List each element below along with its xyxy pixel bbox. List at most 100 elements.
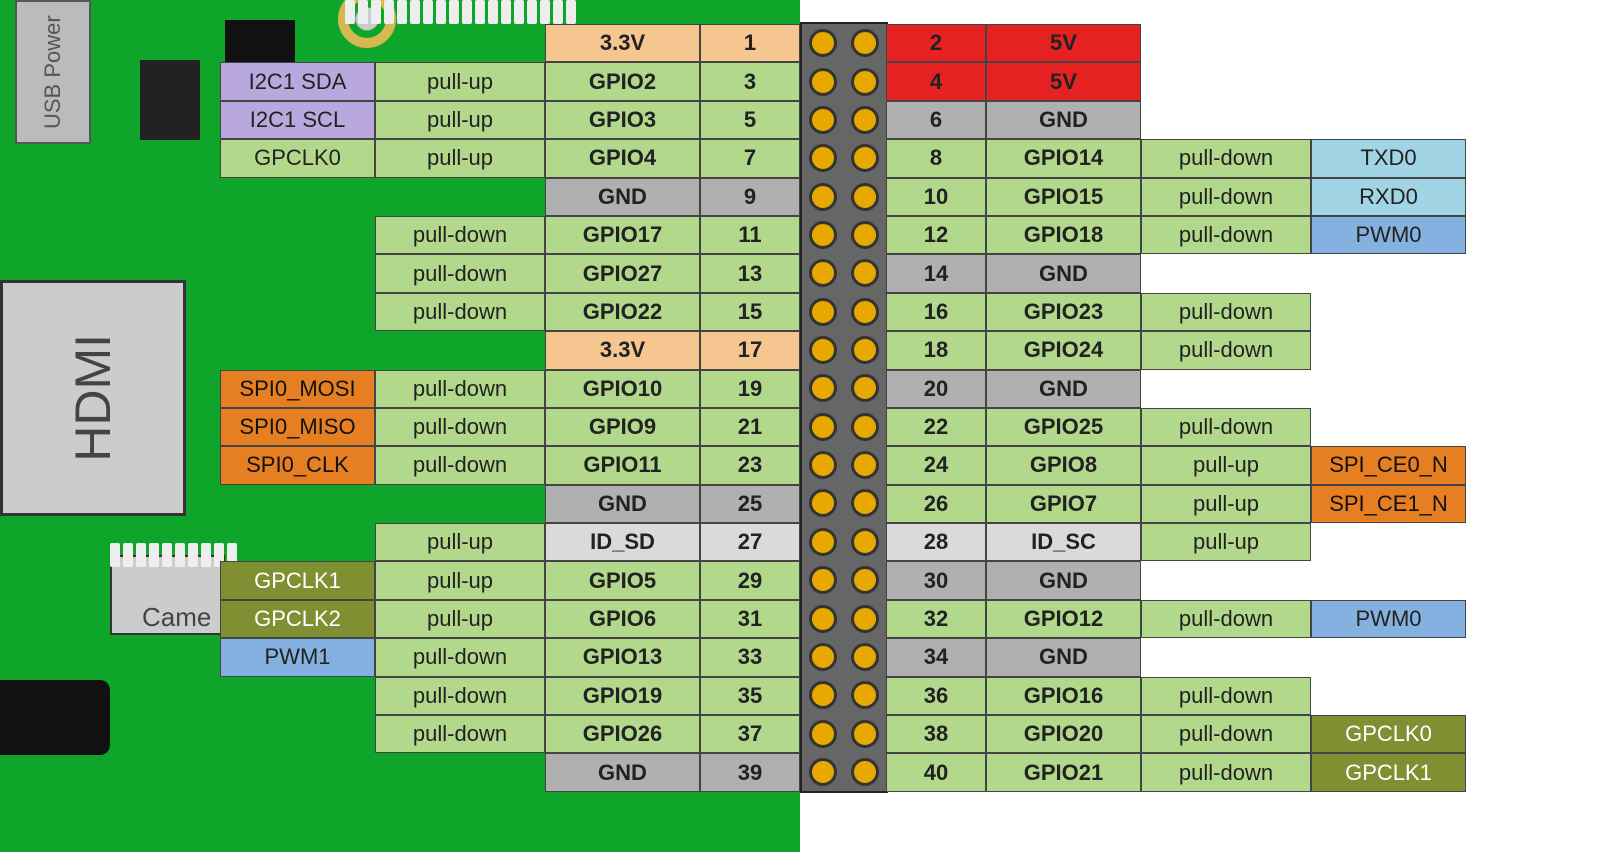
pin-pull: pull-down (1141, 753, 1311, 791)
pin-alt (1311, 408, 1466, 446)
pin-alt: GPCLK0 (1311, 715, 1466, 753)
pin-hole (809, 605, 837, 633)
pin-hole (851, 489, 879, 517)
pin-name: GPIO23 (986, 293, 1141, 331)
pin-number: 27 (700, 523, 800, 561)
pin-hole (809, 68, 837, 96)
pin-alt: PWM1 (220, 638, 375, 676)
pin-alt (1311, 523, 1466, 561)
pin-pull: pull-down (1141, 715, 1311, 753)
pin-pull: pull-down (1141, 408, 1311, 446)
pin-hole (851, 374, 879, 402)
pin-row: 40GPIO21pull-downGPCLK1 (886, 753, 1466, 791)
pin-row: 12GPIO18pull-downPWM0 (886, 216, 1466, 254)
pin-pull (1141, 62, 1311, 100)
hdmi-label: HDMI (64, 334, 122, 462)
pin-pull: pull-up (375, 561, 545, 599)
camera-port: Came (110, 555, 225, 635)
pin-number: 2 (886, 24, 986, 62)
pin-hole (809, 681, 837, 709)
pin-number: 13 (700, 254, 800, 292)
pin-name: GPIO2 (545, 62, 700, 100)
pin-hole (809, 528, 837, 556)
pin-name: GPIO19 (545, 677, 700, 715)
pin-number: 28 (886, 523, 986, 561)
pin-number: 20 (886, 370, 986, 408)
pin-row: 6GND (886, 101, 1466, 139)
pin-name: GPIO6 (545, 600, 700, 638)
pin-alt: GPCLK1 (1311, 753, 1466, 791)
pin-name: GPIO16 (986, 677, 1141, 715)
pin-row: 173.3V (220, 331, 800, 369)
pin-alt: GPCLK2 (220, 600, 375, 638)
pin-hole (851, 144, 879, 172)
pin-hole (851, 566, 879, 594)
pin-alt: I2C1 SCL (220, 101, 375, 139)
pin-alt: SPI_CE0_N (1311, 446, 1466, 484)
pin-hole (809, 758, 837, 786)
pin-pull: pull-up (375, 139, 545, 177)
pin-hole (809, 298, 837, 326)
pin-name: GPIO27 (545, 254, 700, 292)
pin-alt: RXD0 (1311, 178, 1466, 216)
pin-number: 8 (886, 139, 986, 177)
pins-right: 25V45V6GND8GPIO14pull-downTXD010GPIO15pu… (886, 24, 1466, 792)
pin-name: GND (545, 753, 700, 791)
pin-hole (851, 451, 879, 479)
pin-number: 4 (886, 62, 986, 100)
pin-alt (1311, 561, 1466, 599)
pin-hole (851, 68, 879, 96)
pin-alt: PWM0 (1311, 216, 1466, 254)
pin-number: 33 (700, 638, 800, 676)
pin-row: 18GPIO24pull-down (886, 331, 1466, 369)
pin-pull: pull-up (375, 62, 545, 100)
pin-hole (851, 336, 879, 364)
pin-name: GPIO5 (545, 561, 700, 599)
pin-hole (851, 681, 879, 709)
pin-name: GPIO20 (986, 715, 1141, 753)
pin-alt (220, 677, 375, 715)
pin-number: 39 (700, 753, 800, 791)
pin-hole (809, 489, 837, 517)
pin-hole (809, 643, 837, 671)
pin-name: GND (986, 254, 1141, 292)
pin-pull (375, 178, 545, 216)
pin-number: 37 (700, 715, 800, 753)
pin-number: 3 (700, 62, 800, 100)
pin-pull: pull-down (375, 216, 545, 254)
pin-number: 7 (700, 139, 800, 177)
pin-name: 5V (986, 62, 1141, 100)
pin-number: 38 (886, 715, 986, 753)
pin-name: GPIO9 (545, 408, 700, 446)
pin-name: GPIO15 (986, 178, 1141, 216)
pin-hole (809, 336, 837, 364)
pin-row: 31GPIO6pull-upGPCLK2 (220, 600, 800, 638)
pin-name: GND (986, 561, 1141, 599)
pin-alt (220, 178, 375, 216)
pin-row: 38GPIO20pull-downGPCLK0 (886, 715, 1466, 753)
pin-alt (1311, 293, 1466, 331)
pin-number: 21 (700, 408, 800, 446)
pin-alt (220, 24, 375, 62)
pin-number: 12 (886, 216, 986, 254)
pin-pull (1141, 101, 1311, 139)
pin-name: GPIO17 (545, 216, 700, 254)
pin-pull (375, 331, 545, 369)
pin-row: 35GPIO19pull-down (220, 677, 800, 715)
pin-name: ID_SD (545, 523, 700, 561)
pin-pull: pull-up (375, 600, 545, 638)
pin-name: GPIO8 (986, 446, 1141, 484)
pin-name: GPIO21 (986, 753, 1141, 791)
pin-row: 26GPIO7pull-upSPI_CE1_N (886, 485, 1466, 523)
pin-name: GPIO26 (545, 715, 700, 753)
pin-pull: pull-down (1141, 216, 1311, 254)
pin-name: GPIO24 (986, 331, 1141, 369)
pin-row: 7GPIO4pull-upGPCLK0 (220, 139, 800, 177)
pin-number: 29 (700, 561, 800, 599)
pin-hole (851, 221, 879, 249)
pin-row: 25V (886, 24, 1466, 62)
pin-row: 24GPIO8pull-upSPI_CE0_N (886, 446, 1466, 484)
pin-hole (809, 451, 837, 479)
pin-alt: SPI0_MOSI (220, 370, 375, 408)
pin-name: GPIO4 (545, 139, 700, 177)
